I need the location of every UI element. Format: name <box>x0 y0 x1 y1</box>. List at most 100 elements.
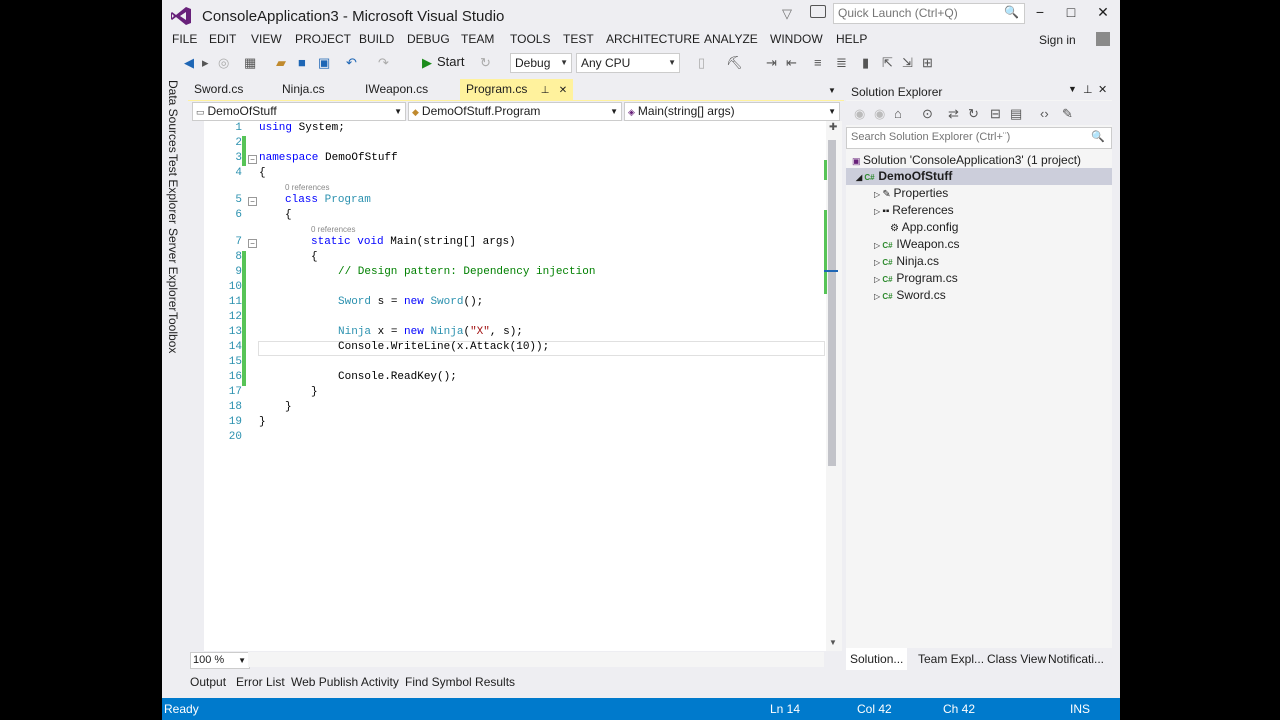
attach-icon[interactable]: ⛏ <box>726 55 743 71</box>
solution-explorer-search-box[interactable]: 🔍 <box>846 127 1112 149</box>
maximize-button[interactable]: □ <box>1056 4 1086 24</box>
tree-item-iweapon-cs[interactable]: ▷ C# IWeapon.cs <box>874 236 960 253</box>
tab-web-publish-activity[interactable]: Web Publish Activity <box>291 675 399 689</box>
properties-wrench-icon[interactable]: ✎ <box>1062 106 1073 122</box>
home-icon[interactable]: ⌂ <box>894 106 902 121</box>
window-position-icon[interactable]: ▼ <box>1068 84 1077 94</box>
forward-icon[interactable]: ◉ <box>874 106 885 122</box>
server-explorer-tab[interactable]: Server Explorer <box>166 228 180 311</box>
code-line-16[interactable]: Console.ReadKey(); <box>338 371 457 383</box>
menu-debug[interactable]: DEBUG <box>407 32 450 46</box>
tab-error-list[interactable]: Error List <box>236 675 285 689</box>
back-icon[interactable]: ◉ <box>854 106 865 122</box>
code-line-11[interactable]: Sword s = new Sword(); <box>338 296 483 308</box>
code-line-7[interactable]: static void Main(string[] args) <box>311 236 516 248</box>
code-line-6[interactable]: { <box>285 209 292 221</box>
test-explorer-tab[interactable]: Test Explorer <box>166 154 180 224</box>
close-panel-icon[interactable]: ✕ <box>1098 83 1107 96</box>
feedback-icon[interactable] <box>810 5 826 18</box>
auto-hide-pin-icon[interactable]: ⊥ <box>1083 83 1093 96</box>
find-in-files-icon[interactable]: ▯ <box>698 55 705 71</box>
scroll-down-icon[interactable]: ▼ <box>829 638 837 647</box>
collapse-toggle-icon[interactable]: − <box>248 155 257 164</box>
tab-program-cs[interactable]: Program.cs ⊥ ✕ <box>460 79 574 100</box>
tab-output[interactable]: Output <box>190 675 226 689</box>
clear-bookmarks-icon[interactable]: ⊞ <box>922 55 933 71</box>
code-line-3[interactable]: namespace DemoOfStuff <box>259 152 398 164</box>
code-line-13[interactable]: Ninja x = new Ninja("X", s); <box>338 326 523 338</box>
next-bookmark-icon[interactable]: ⇲ <box>902 55 913 71</box>
code-line-4[interactable]: { <box>259 167 266 179</box>
search-icon[interactable]: 🔍 <box>1091 130 1105 143</box>
refresh-icon[interactable]: ↻ <box>968 106 979 122</box>
quick-launch-box[interactable] <box>833 3 1025 24</box>
open-file-icon[interactable]: ▰ <box>276 55 286 71</box>
code-line-8[interactable]: { <box>311 251 318 263</box>
navigate-forward-icon[interactable]: ▸ <box>202 55 209 71</box>
menu-project[interactable]: PROJECT <box>295 32 351 46</box>
view-code-icon[interactable]: ‹› <box>1040 106 1049 121</box>
data-sources-tab[interactable]: Data Sources <box>166 80 180 153</box>
tab-class-view[interactable]: Class View <box>987 652 1046 666</box>
menu-test[interactable]: TEST <box>563 32 594 46</box>
outdent-icon[interactable]: ⇤ <box>786 55 797 71</box>
tree-item-ninja-cs[interactable]: ▷ C# Ninja.cs <box>874 253 939 270</box>
toolbox-tab[interactable]: Toolbox <box>166 312 180 353</box>
tree-project-node[interactable]: ◢ C# DemoOfStuff <box>846 168 1112 185</box>
menu-help[interactable]: HELP <box>836 32 867 46</box>
configuration-dropdown[interactable]: Debug ▼ <box>510 53 572 73</box>
close-tab-icon[interactable]: ✕ <box>559 85 567 96</box>
tab-iweapon-cs[interactable]: IWeapon.cs <box>365 79 428 100</box>
show-all-files-icon[interactable]: ▤ <box>1010 106 1022 122</box>
code-line-19[interactable]: } <box>259 416 266 428</box>
menu-analyze[interactable]: ANALYZE <box>704 32 758 46</box>
code-line-17[interactable]: } <box>311 386 318 398</box>
code-line-9[interactable]: // Design pattern: Dependency injection <box>338 266 595 278</box>
pending-changes-filter-icon[interactable]: ⊙ <box>922 106 933 122</box>
undo-icon[interactable]: ↶ <box>346 55 357 71</box>
start-button[interactable]: Start <box>437 54 464 69</box>
user-account-icon[interactable] <box>1096 32 1110 46</box>
tree-item-program-cs[interactable]: ▷ C# Program.cs <box>874 270 958 287</box>
scrollbar-thumb[interactable] <box>828 140 836 466</box>
navigate-back-icon[interactable]: ◀ <box>184 55 194 71</box>
tab-sword-cs[interactable]: Sword.cs <box>194 79 243 100</box>
code-line-1[interactable]: using System; <box>259 122 345 134</box>
menu-file[interactable]: FILE <box>172 32 197 46</box>
menu-tools[interactable]: TOOLS <box>510 32 550 46</box>
tab-ninja-cs[interactable]: Ninja.cs <box>282 79 325 100</box>
member-dropdown[interactable]: ◈ Main(string[] args) ▼ <box>624 102 840 121</box>
new-project-icon[interactable]: ▦ <box>244 55 256 71</box>
prev-bookmark-icon[interactable]: ⇱ <box>882 55 893 71</box>
code-line-18[interactable]: } <box>285 401 292 413</box>
uncomment-icon[interactable]: ≣ <box>836 55 847 71</box>
tab-solution-explorer[interactable]: Solution... <box>846 648 908 670</box>
zoom-dropdown[interactable]: 100 % ▼ <box>190 652 250 669</box>
code-line-5[interactable]: class Program <box>285 194 371 206</box>
menu-build[interactable]: BUILD <box>359 32 394 46</box>
tree-item-properties[interactable]: ▷ ✎ Properties <box>874 185 948 202</box>
collapse-toggle-icon[interactable]: − <box>248 197 257 206</box>
menu-view[interactable]: VIEW <box>251 32 282 46</box>
save-icon[interactable]: ■ <box>298 55 306 70</box>
indent-icon[interactable]: ⇥ <box>766 55 777 71</box>
close-button[interactable]: ✕ <box>1088 4 1118 24</box>
redo-icon[interactable]: ↷ <box>378 55 389 71</box>
search-icon[interactable]: 🔍 <box>1004 5 1019 19</box>
horizontal-scrollbar[interactable] <box>248 652 824 667</box>
tree-item-references[interactable]: ▷ ▪▪ References <box>874 202 954 219</box>
pin-icon[interactable]: ⊥ <box>541 85 550 96</box>
quick-launch-input[interactable] <box>834 4 998 21</box>
platform-dropdown[interactable]: Any CPU ▼ <box>576 53 680 73</box>
tree-solution-node[interactable]: ▣ Solution 'ConsoleApplication3' (1 proj… <box>852 152 1081 169</box>
code-line-14[interactable]: Console.WriteLine(x.Attack(10)); <box>338 341 549 353</box>
collapse-toggle-icon[interactable]: − <box>248 239 257 248</box>
type-dropdown[interactable]: ◆ DemoOfStuff.Program ▼ <box>408 102 622 121</box>
solution-explorer-search-input[interactable] <box>847 128 1087 146</box>
filter-icon[interactable]: ▽ <box>782 6 792 22</box>
sign-in-link[interactable]: Sign in <box>1039 33 1076 47</box>
bookmark-icon[interactable]: ▮ <box>862 55 869 71</box>
menu-team[interactable]: TEAM <box>461 32 494 46</box>
tab-team-explorer[interactable]: Team Expl... <box>918 652 984 666</box>
codelens-references[interactable]: 0 references <box>285 183 329 192</box>
